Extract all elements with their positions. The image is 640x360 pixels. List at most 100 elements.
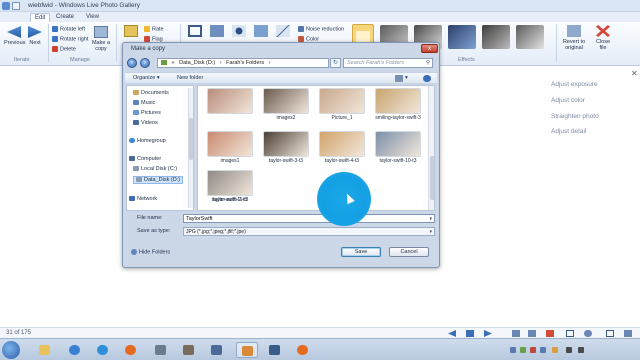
taskbar-firefox[interactable]: [120, 342, 142, 358]
breadcrumb-farahs-folders[interactable]: Farah's Folders: [226, 60, 264, 66]
tab-edit[interactable]: Edit: [30, 13, 51, 22]
cancel-button[interactable]: Cancel: [389, 247, 429, 257]
taskbar-ie[interactable]: [92, 342, 114, 358]
forward-button[interactable]: ›: [140, 58, 150, 68]
rotate-right-button[interactable]: Rotate right: [52, 36, 88, 44]
tab-create[interactable]: Create: [52, 13, 78, 22]
tab-view[interactable]: View: [82, 13, 103, 22]
nav-scrollbar[interactable]: [188, 88, 193, 208]
nav-item-videos[interactable]: Videos: [133, 120, 158, 126]
save-button[interactable]: Save: [341, 247, 381, 257]
revert-button[interactable]: Revert to original: [560, 25, 588, 51]
file-item[interactable]: taylor-swift-3-t3: [262, 132, 310, 164]
app-menu-tab[interactable]: [4, 13, 26, 22]
taskbar-firefox-2[interactable]: [292, 342, 314, 358]
previous-button[interactable]: Previous: [4, 26, 25, 46]
taskbar-photo-gallery[interactable]: [236, 342, 258, 358]
tray-icon[interactable]: [530, 347, 536, 353]
noise-reduction-button[interactable]: Noise reduction: [298, 26, 344, 34]
volume-icon[interactable]: [578, 347, 584, 353]
adjust-exposure-item[interactable]: Adjust exposure: [551, 81, 598, 88]
taskbar-media-player[interactable]: [64, 342, 86, 358]
file-item[interactable]: smiling-taylor-swift-3: [374, 89, 422, 121]
previous-icon[interactable]: [448, 330, 456, 337]
nav-item-network[interactable]: Network: [129, 196, 157, 202]
close-icon[interactable]: ✕: [631, 69, 638, 78]
view-dropdown-icon[interactable]: ▾: [405, 75, 408, 81]
file-item[interactable]: taylor-swift-10-t3: [374, 132, 422, 164]
start-button[interactable]: [2, 341, 20, 359]
rotate-left-button[interactable]: Rotate left: [52, 26, 85, 34]
taskbar-app-2[interactable]: [178, 342, 200, 358]
dialog-close-button[interactable]: x: [421, 44, 438, 53]
nav-item-music[interactable]: Music: [133, 100, 155, 106]
fullscreen-icon[interactable]: [624, 330, 632, 337]
red-eye-button[interactable]: [230, 25, 248, 39]
zoom-icon[interactable]: [584, 330, 592, 337]
chevron-down-icon[interactable]: ▾: [429, 216, 432, 222]
help-icon[interactable]: [423, 75, 431, 82]
nav-item-computer[interactable]: Computer: [129, 156, 161, 162]
effect-thumb-3[interactable]: [448, 25, 476, 49]
delete-icon[interactable]: [546, 330, 554, 337]
adjust-button[interactable]: [208, 25, 226, 39]
file-item[interactable]: images1: [206, 132, 254, 164]
next-icon[interactable]: [484, 330, 492, 337]
crop-button[interactable]: [186, 25, 204, 39]
straighten-button[interactable]: [274, 25, 292, 39]
make-copy-button[interactable]: Make a copy: [90, 26, 112, 52]
taskbar-explorer[interactable]: [34, 342, 56, 358]
taskbar-app-1[interactable]: [150, 342, 172, 358]
network-icon[interactable]: [566, 347, 572, 353]
save-type-select[interactable]: JPG (*.jpg;*.jpeg;*.jfif;*.jpe) ▾: [183, 227, 435, 236]
retouch-button[interactable]: [252, 25, 270, 39]
file-item[interactable]: taylor-swift-11-t3: [206, 171, 254, 203]
hide-folders-button[interactable]: Hide Folders: [131, 249, 170, 255]
rotate-right-icon[interactable]: [528, 330, 536, 337]
file-scrollbar[interactable]: [428, 86, 434, 210]
next-button[interactable]: Next: [26, 26, 44, 46]
file-item[interactable]: images2: [262, 89, 310, 121]
adjust-detail-item[interactable]: Adjust detail: [551, 128, 586, 135]
new-folder-button[interactable]: New folder: [177, 75, 203, 81]
breadcrumb-chevron[interactable]: ›: [269, 60, 271, 66]
scrollbar-thumb[interactable]: [189, 118, 193, 160]
effect-thumb-4[interactable]: [482, 25, 510, 49]
tray-icon[interactable]: [510, 347, 516, 353]
file-item[interactable]: taylor-swift-4-t3: [318, 132, 366, 164]
scrollbar-thumb[interactable]: [430, 156, 434, 200]
address-bar[interactable]: » Data_Disk (D:) › Farah's Folders ›: [157, 58, 329, 68]
organize-button[interactable]: Organize ▾: [133, 75, 160, 81]
back-button[interactable]: ‹: [127, 58, 137, 68]
actual-size-icon[interactable]: [566, 330, 574, 337]
tray-icon[interactable]: [552, 347, 558, 353]
effect-thumb-5[interactable]: [516, 25, 544, 49]
nav-item-data-disk[interactable]: Data_Disk (D:): [133, 176, 184, 184]
taskbar-app-4[interactable]: [264, 342, 286, 358]
breadcrumb-data-disk[interactable]: Data_Disk (D:): [179, 60, 215, 66]
adjust-color-item[interactable]: Adjust color: [551, 97, 585, 104]
close-file-button[interactable]: Close file: [592, 25, 614, 51]
taskbar-app-3[interactable]: [206, 342, 228, 358]
file-item[interactable]: Picture_1: [318, 89, 366, 121]
file-name-input[interactable]: TaylorSwift ▾: [183, 214, 435, 223]
tray-icon[interactable]: [540, 347, 546, 353]
rotate-left-icon[interactable]: [512, 330, 520, 337]
refresh-button[interactable]: ↻: [330, 58, 341, 68]
nav-item-documents[interactable]: Documents: [133, 90, 169, 96]
nav-item-pictures[interactable]: Pictures: [133, 110, 161, 116]
tag-button[interactable]: [120, 25, 142, 39]
delete-button[interactable]: Delete: [52, 46, 76, 54]
file-item[interactable]: [206, 89, 254, 115]
rate-button[interactable]: Rate: [144, 26, 164, 34]
app-icon[interactable]: [2, 2, 10, 10]
nav-item-local-disk[interactable]: Local Disk (C:): [133, 166, 177, 172]
fit-icon[interactable]: [606, 330, 614, 337]
search-input[interactable]: Search Farah's Folders ⚲: [343, 58, 433, 68]
quick-access-icon[interactable]: [12, 2, 20, 10]
nav-item-homegroup[interactable]: Homegroup: [129, 138, 166, 144]
play-slideshow-icon[interactable]: [466, 330, 474, 337]
change-view-icon[interactable]: [395, 75, 403, 82]
tray-icon[interactable]: [520, 347, 526, 353]
straighten-photo-item[interactable]: Straighten photo: [551, 113, 599, 120]
